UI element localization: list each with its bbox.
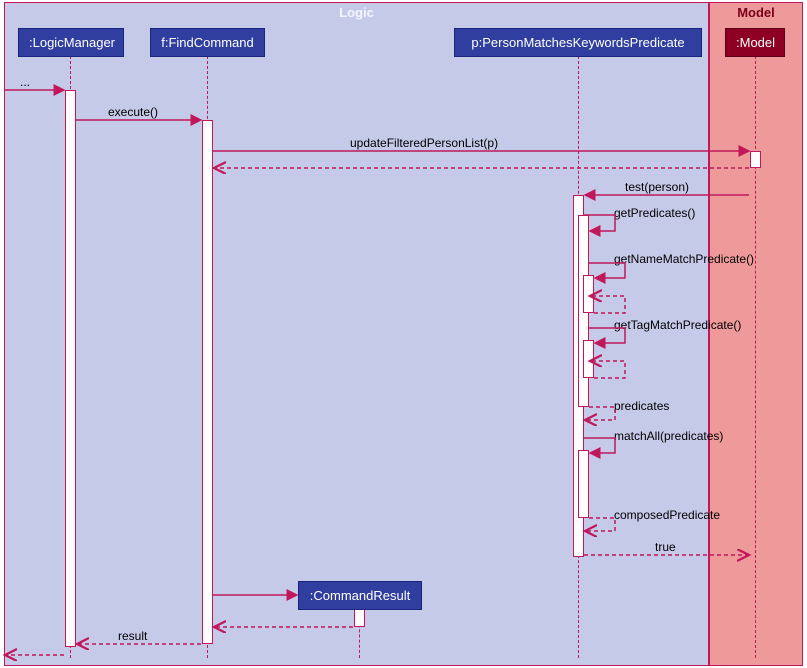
msg-updatefiltered: updateFilteredPersonList(p)	[350, 137, 498, 149]
participant-findcommand: f:FindCommand	[150, 28, 265, 57]
msg-result: result	[118, 630, 147, 642]
msg-dots: ...	[20, 76, 30, 88]
frame-model: Model	[709, 2, 803, 666]
msg-composedpredicate: composedPredicate	[614, 509, 720, 521]
frame-logic-label: Logic	[339, 3, 374, 22]
frame-logic: Logic	[4, 2, 709, 666]
participant-predicate: p:PersonMatchesKeywordsPredicate	[454, 28, 702, 57]
lifeline-model	[755, 56, 756, 658]
activation-predicate-gettag	[583, 340, 594, 378]
msg-testperson: test(person)	[625, 181, 689, 193]
participant-logicmanager: :LogicManager	[18, 28, 124, 57]
msg-getpredicates: getPredicates()	[614, 207, 695, 219]
msg-execute: execute()	[108, 106, 158, 118]
activation-logicmanager	[65, 90, 76, 647]
participant-commandresult: :CommandResult	[298, 581, 422, 610]
activation-model-update	[750, 151, 761, 168]
participant-model: :Model	[725, 28, 785, 57]
activation-findcommand	[202, 120, 213, 644]
msg-getnamematch: getNameMatchPredicate()	[614, 253, 754, 265]
activation-predicate-getname	[583, 275, 594, 313]
activation-predicate-matchall	[578, 450, 589, 518]
frame-model-label: Model	[737, 3, 775, 22]
msg-predicates: predicates	[614, 400, 669, 412]
msg-matchall: matchAll(predicates)	[614, 430, 723, 442]
sequence-diagram: Logic Model :LogicManager f:FindCommand …	[0, 0, 807, 668]
msg-true: true	[655, 541, 676, 553]
msg-gettagmatch: getTagMatchPredicate()	[614, 319, 741, 331]
activation-commandresult	[354, 609, 365, 627]
